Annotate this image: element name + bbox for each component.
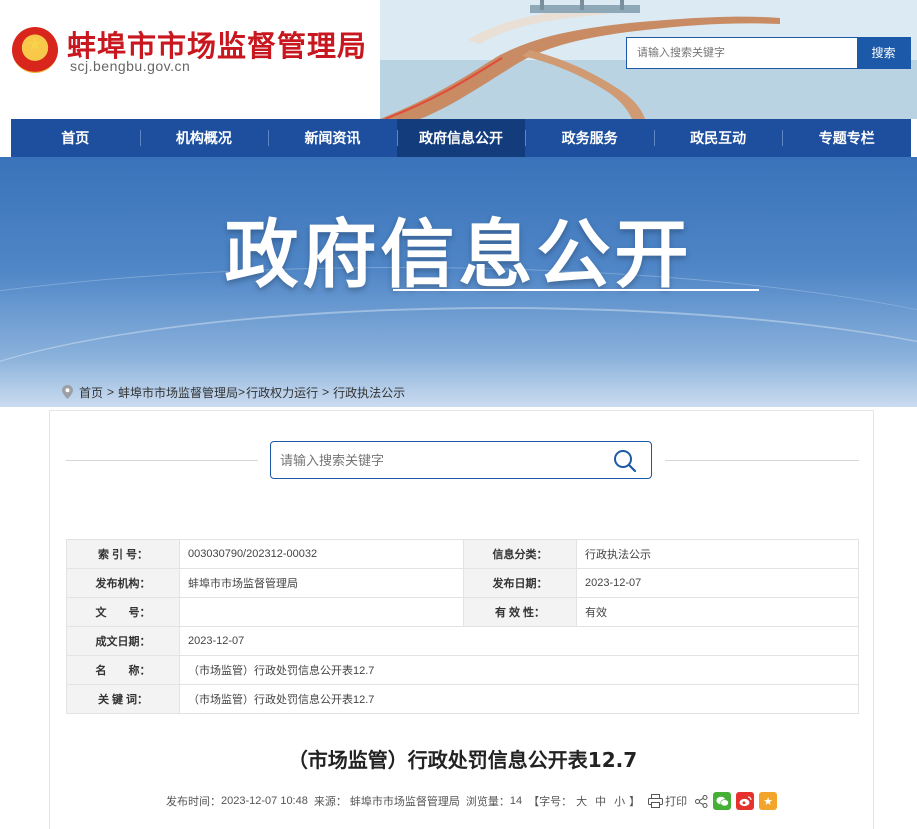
font-size-medium-button[interactable]: 中 [595,793,606,809]
publish-date-label: 发布日期： [463,568,577,598]
font-size-open: 【字号： [528,796,573,808]
doc-name-label: 名 称： [66,655,180,685]
source-label: 来源： [313,796,347,808]
views-label: 浏览量： [465,796,510,808]
breadcrumb-item-admin-power[interactable]: 行政权力运行 [246,384,318,401]
breadcrumb-item-bureau[interactable]: 蚌埠市市场监督管理局 [118,384,238,401]
views-value: 14 [509,795,523,807]
site-header: ★ 蚌埠市市场监督管理局 scj.bengbu.gov.cn 搜索 [0,0,917,119]
wechat-share-icon[interactable] [713,792,732,810]
top-search-input[interactable] [627,38,858,68]
font-size-close: 】 [629,796,641,808]
validity-value: 有效 [576,597,859,627]
divider-line [66,460,258,461]
breadcrumb-separator: > [322,385,330,399]
banner-underline [393,289,759,291]
nav-item-home[interactable]: 首页 [11,119,140,157]
breadcrumb-separator: > [238,385,246,399]
print-button[interactable]: 打印 [665,793,687,809]
publisher-label: 发布机构： [66,568,180,598]
main-nav: 首页 机构概况 新闻资讯 政府信息公开 政务服务 政民互动 专题专栏 [11,119,911,157]
content-card: 索 引 号： 003030790/202312-00032 信息分类： 行政执法… [49,410,874,829]
top-search-button[interactable]: 搜索 [857,38,910,68]
document-info-table: 索 引 号： 003030790/202312-00032 信息分类： 行政执法… [66,539,859,714]
search-icon[interactable] [613,449,637,473]
source-value: 蚌埠市市场监督管理局 [349,796,460,808]
top-search-box: 搜索 [626,37,911,69]
keywords-value: （市场监管）行政处罚信息公开表12.7 [179,684,859,714]
breadcrumb: 首页 > 蚌埠市市场监督管理局 > 行政权力运行 > 行政执法公示 [62,383,405,401]
page: ★ 蚌埠市市场监督管理局 scj.bengbu.gov.cn 搜索 首页 机构概… [0,0,917,829]
nav-item-news[interactable]: 新闻资讯 [268,119,397,157]
index-label: 索 引 号： [66,539,180,569]
article-title: （市场监管）行政处罚信息公开表12.7 [287,748,638,772]
site-domain: scj.bengbu.gov.cn [70,58,191,74]
font-size-large-button[interactable]: 大 [576,793,587,809]
category-label: 信息分类： [463,539,577,569]
article-meta: 发布时间： 2023-12-07 10:48 来源： 蚌埠市市场监督管理局 浏览… [166,792,778,810]
publisher-value: 蚌埠市市场监督管理局 [179,568,464,598]
nav-item-about[interactable]: 机构概况 [139,119,269,157]
created-date-label: 成文日期： [66,626,180,656]
table-row: 名 称： （市场监管）行政处罚信息公开表12.7 [66,655,859,685]
nav-item-services[interactable]: 政务服务 [525,119,654,157]
weibo-share-icon[interactable] [736,792,755,810]
printer-icon[interactable] [648,794,664,808]
favorite-star-icon[interactable]: ★ [759,792,778,810]
banner-title: 政府信息公开 [224,212,693,298]
created-date-value: 2023-12-07 [179,626,859,656]
keywords-label: 关 键 词： [66,684,180,714]
publish-time-label: 发布时间： [166,796,221,808]
breadcrumb-item-home[interactable]: 首页 [79,384,103,401]
divider-line [665,460,859,461]
weibo-icon [739,795,752,806]
nav-item-interaction[interactable]: 政民互动 [653,119,783,157]
nav-item-info-disclosure[interactable]: 政府信息公开 [396,119,526,157]
index-value: 003030790/202312-00032 [179,539,464,569]
share-icon[interactable] [695,794,708,808]
publish-date-value: 2023-12-07 [576,568,859,598]
national-emblem-icon: ★ [12,27,58,73]
category-value: 行政执法公示 [576,539,859,569]
publish-time-value: 2023-12-07 10:48 [221,795,308,807]
table-row: 成文日期： 2023-12-07 [66,626,859,656]
table-row: 索 引 号： 003030790/202312-00032 信息分类： 行政执法… [66,539,859,569]
font-size-small-button[interactable]: 小 [614,793,625,809]
table-row: 文 号： 有 效 性： 有效 [66,597,859,627]
nav-item-topics[interactable]: 专题专栏 [782,119,911,157]
location-pin-icon [62,385,73,399]
breadcrumb-separator: > [107,385,115,399]
inner-search-input[interactable] [271,442,601,478]
doc-name-value: （市场监管）行政处罚信息公开表12.7 [179,655,859,685]
table-row: 发布机构： 蚌埠市市场监督管理局 发布日期： 2023-12-07 [66,568,859,598]
table-row: 关 键 词： （市场监管）行政处罚信息公开表12.7 [66,684,859,714]
doc-number-label: 文 号： [66,597,180,627]
wechat-icon [716,796,729,806]
inner-search-box [270,441,652,479]
validity-label: 有 效 性： [463,597,577,627]
section-banner: 政府信息公开 [0,157,917,407]
doc-number-value [179,597,464,627]
breadcrumb-item-enforcement[interactable]: 行政执法公示 [333,384,405,401]
